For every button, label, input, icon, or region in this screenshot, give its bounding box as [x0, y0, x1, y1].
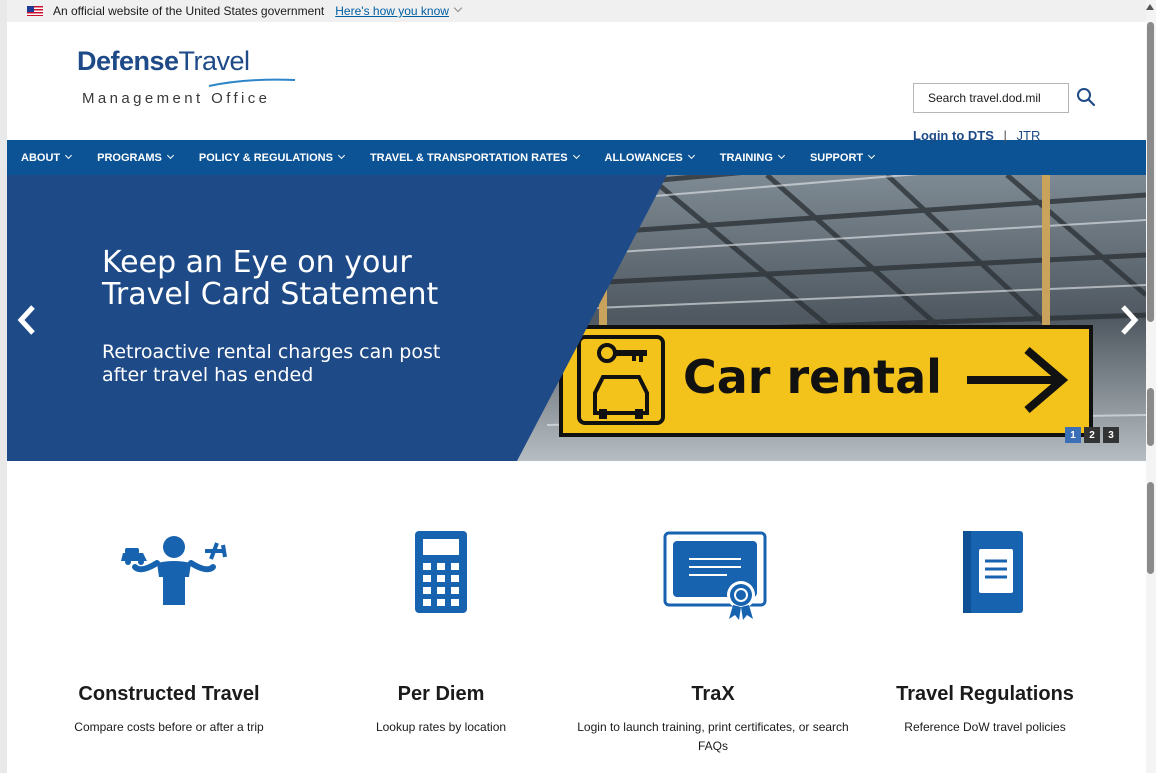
nav-item-policy-regulations[interactable]: POLICY & REGULATIONS: [199, 151, 345, 164]
search-input[interactable]: Search travel.dod.mil: [913, 83, 1069, 113]
login-row: Login to DTS | JTR: [913, 128, 1040, 143]
carousel-prev-icon[interactable]: [15, 303, 39, 337]
separator: |: [1003, 128, 1007, 143]
card-description: Lookup rates by location: [375, 720, 507, 734]
heres-how-you-know-link[interactable]: Here's how you know: [335, 4, 449, 18]
chevron-down-icon: [572, 151, 580, 160]
chevron-down-icon: [166, 151, 174, 160]
chevron-down-icon[interactable]: [453, 3, 463, 13]
nav-item-travel-transportation-rates[interactable]: TRAVEL & TRANSPORTATION RATES: [370, 151, 580, 164]
scrollbar-thumb[interactable]: [1147, 22, 1154, 322]
card-trax[interactable]: TraX Login to launch training, print cer…: [573, 461, 853, 761]
logo-wordmark: DefenseTravel: [77, 46, 250, 76]
card-title[interactable]: Constructed Travel: [29, 683, 309, 706]
book-icon: [963, 531, 1023, 613]
card-description: Reference DoW travel policies: [904, 720, 1066, 734]
logo-subtitle: Management Office: [82, 90, 271, 107]
chevron-down-icon: [337, 151, 345, 160]
svg-text:Car rental: Car rental: [683, 350, 942, 404]
card-title[interactable]: TraX: [573, 683, 853, 706]
card-constructed-travel[interactable]: Constructed Travel Compare costs before …: [29, 461, 309, 761]
nav-item-programs[interactable]: PROGRAMS: [97, 151, 174, 164]
hero-subtitle: Retroactive rental charges can post afte…: [102, 341, 441, 386]
site-logo[interactable]: DefenseTravel Management Office: [77, 32, 297, 122]
card-description: Login to launch training, print certific…: [577, 720, 849, 753]
us-flag-icon: [27, 6, 43, 16]
scrollbar-thumb-marker: [1147, 388, 1154, 446]
carousel-dot-3[interactable]: 3: [1103, 427, 1119, 443]
chevron-down-icon: [687, 151, 695, 160]
nav-item-allowances[interactable]: ALLOWANCES: [605, 151, 695, 164]
carousel-dot-2[interactable]: 2: [1084, 427, 1100, 443]
scrollbar-thumb-marker: [1147, 482, 1154, 574]
carousel-next-icon[interactable]: [1117, 303, 1141, 337]
logo-swoosh-icon: [208, 78, 296, 87]
card-title[interactable]: Per Diem: [301, 683, 581, 706]
carousel-dot-1[interactable]: 1: [1065, 427, 1081, 443]
card-travel-regulations[interactable]: Travel Regulations Reference DoW travel …: [845, 461, 1125, 761]
certificate-icon: [663, 531, 767, 620]
carousel-pagination: 1 2 3: [1065, 427, 1119, 443]
scroll-up-arrow-icon[interactable]: [1146, 4, 1154, 10]
person-balance-car-plane-icon: [121, 536, 227, 605]
nav-item-training[interactable]: TRAINING: [720, 151, 785, 164]
card-per-diem[interactable]: Per Diem Lookup rates by location: [301, 461, 581, 761]
main-nav: ABOUT PROGRAMS POLICY & REGULATIONS TRAV…: [7, 140, 1146, 175]
gov-banner: An official website of the United States…: [7, 0, 1146, 22]
login-to-dts-link[interactable]: Login to DTS: [913, 128, 994, 143]
card-title[interactable]: Travel Regulations: [845, 683, 1125, 706]
site-header: DefenseTravel Management Office Search t…: [7, 22, 1146, 143]
nav-item-support[interactable]: SUPPORT: [810, 151, 876, 164]
search-icon[interactable]: [1075, 86, 1097, 108]
window-frame-left: [0, 0, 7, 773]
hero-title: Keep an Eye on your Travel Card Statemen…: [102, 245, 439, 312]
chevron-down-icon: [777, 151, 785, 160]
chevron-down-icon: [868, 151, 876, 160]
calculator-icon: [415, 531, 467, 613]
chevron-down-icon: [65, 151, 73, 160]
gov-banner-text: An official website of the United States…: [53, 4, 325, 18]
card-description: Compare costs before or after a trip: [74, 720, 264, 734]
jtr-link[interactable]: JTR: [1017, 128, 1041, 143]
hero-carousel[interactable]: Car rental Keep an Eye on your Travel Ca…: [7, 175, 1146, 461]
feature-cards: Constructed Travel Compare costs before …: [7, 461, 1146, 773]
page: An official website of the United States…: [7, 0, 1146, 773]
nav-item-about[interactable]: ABOUT: [21, 151, 73, 164]
